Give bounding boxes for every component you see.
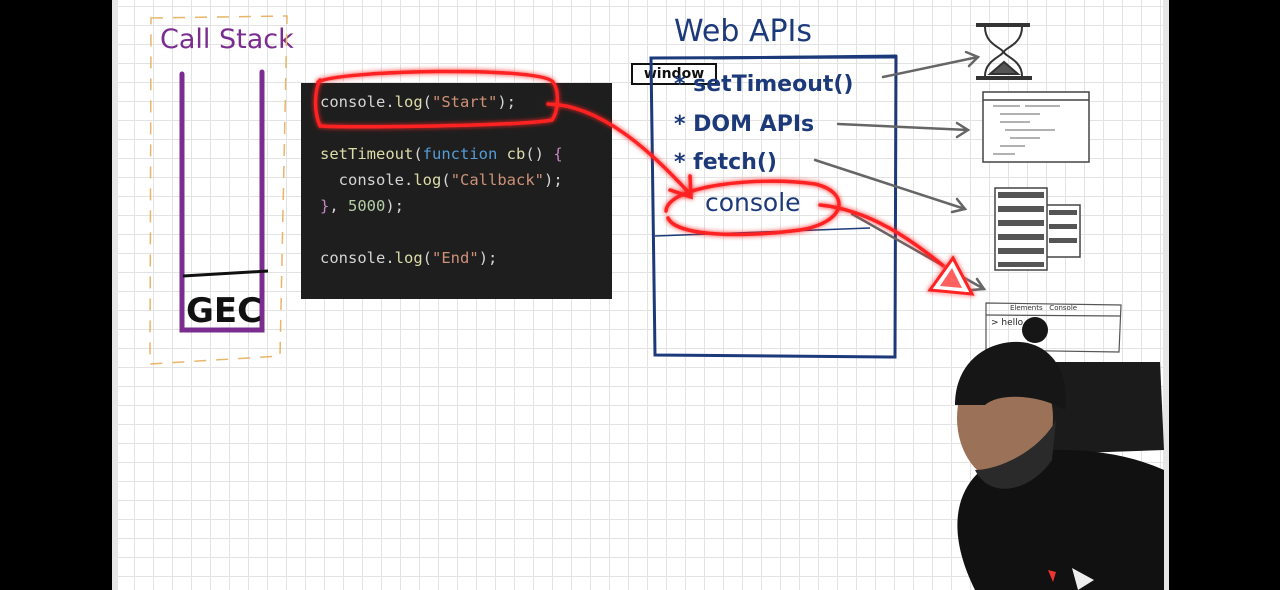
gec-frame-top bbox=[182, 269, 269, 278]
api-arrows bbox=[813, 50, 987, 292]
diagram-drawing: GEC bbox=[149, 15, 1164, 590]
html-document-icon bbox=[982, 91, 1090, 163]
server-stack-icon bbox=[994, 187, 1081, 271]
hourglass-icon bbox=[976, 23, 1032, 80]
highlight-start-line bbox=[313, 69, 560, 129]
chrome-devtools-icon bbox=[927, 255, 975, 296]
gec-frame-label: GEC bbox=[186, 291, 262, 331]
web-apis-box bbox=[649, 54, 898, 359]
presenter-avatar bbox=[955, 317, 1164, 590]
highlight-arrow-to-console bbox=[546, 102, 693, 200]
highlight-arrow-to-devtools bbox=[818, 203, 948, 270]
